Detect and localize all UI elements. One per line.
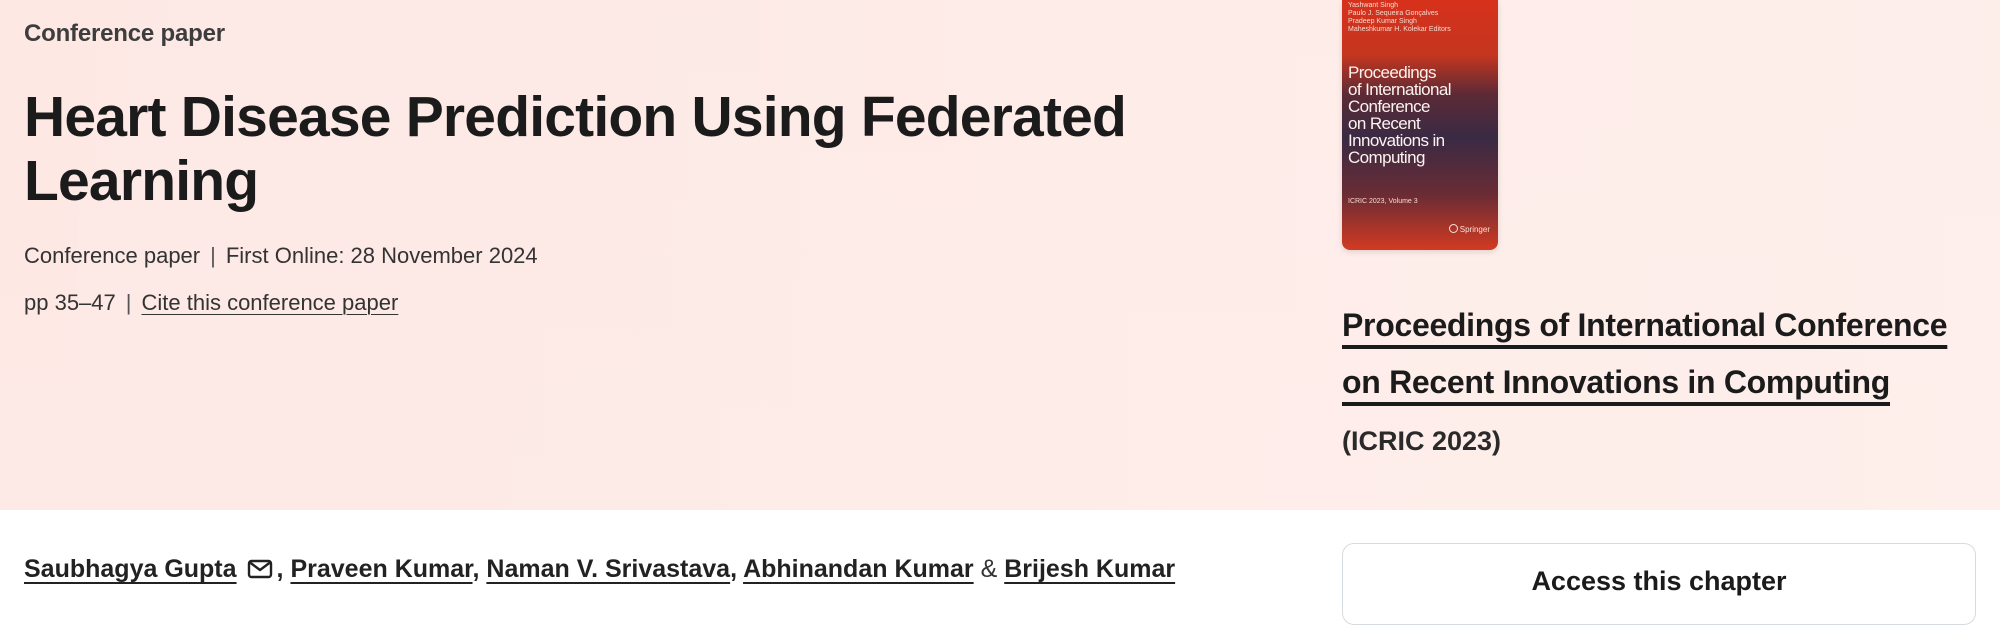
cover-volume: ICRIC 2023, Volume 3 — [1348, 198, 1418, 205]
content-type-meta: Conference paper — [24, 243, 201, 268]
book-cover[interactable]: Yashwant Singh Paulo J. Sequeira Gonçalv… — [1342, 0, 1498, 250]
cite-link[interactable]: Cite this conference paper — [141, 290, 398, 315]
cover-publisher-name: Springer — [1459, 225, 1490, 234]
author-separator: , — [472, 555, 487, 583]
conference-acronym: (ICRIC 2023) — [1342, 426, 1502, 456]
author-separator: & — [973, 555, 1005, 583]
book-title: Proceedings of International Conference … — [1342, 297, 1982, 411]
access-chapter-box: Access this chapter — [1342, 543, 1976, 625]
author-link[interactable]: Naman V. Srivastava — [486, 555, 730, 583]
meta-separator: | — [210, 243, 216, 268]
author-separator: , — [276, 555, 291, 583]
cover-title: Proceedings of International Conference … — [1348, 63, 1451, 167]
cover-editors: Yashwant Singh Paulo J. Sequeira Gonçalv… — [1348, 2, 1451, 33]
author-link[interactable]: Praveen Kumar — [290, 555, 472, 583]
meta-separator: | — [125, 290, 132, 315]
author-list: Saubhagya Gupta, Praveen Kumar, Naman V.… — [24, 555, 1175, 584]
pages-and-citation: pp 35–47 | Cite this conference paper — [24, 290, 398, 316]
access-chapter-title: Access this chapter — [1531, 566, 1787, 596]
author-link[interactable]: Saubhagya Gupta — [24, 555, 237, 583]
author-separator: , — [730, 555, 744, 583]
first-online-date: First Online: 28 November 2024 — [225, 243, 538, 268]
mail-icon[interactable] — [247, 557, 273, 579]
author-link[interactable]: Brijesh Kumar — [1004, 555, 1175, 583]
page-title: Heart Disease Prediction Using Federated… — [24, 85, 1127, 213]
publication-meta: Conference paper | First Online: 28 Novemb… — [24, 243, 538, 269]
page-range: pp 35–47 — [24, 290, 116, 315]
springer-horse-icon — [1448, 224, 1458, 233]
cover-publisher: Springer — [1448, 224, 1490, 234]
content-type-label: Conference paper — [24, 20, 225, 47]
book-title-link[interactable]: Proceedings of International Conference … — [1342, 307, 1948, 400]
author-link[interactable]: Abhinandan Kumar — [743, 555, 974, 583]
